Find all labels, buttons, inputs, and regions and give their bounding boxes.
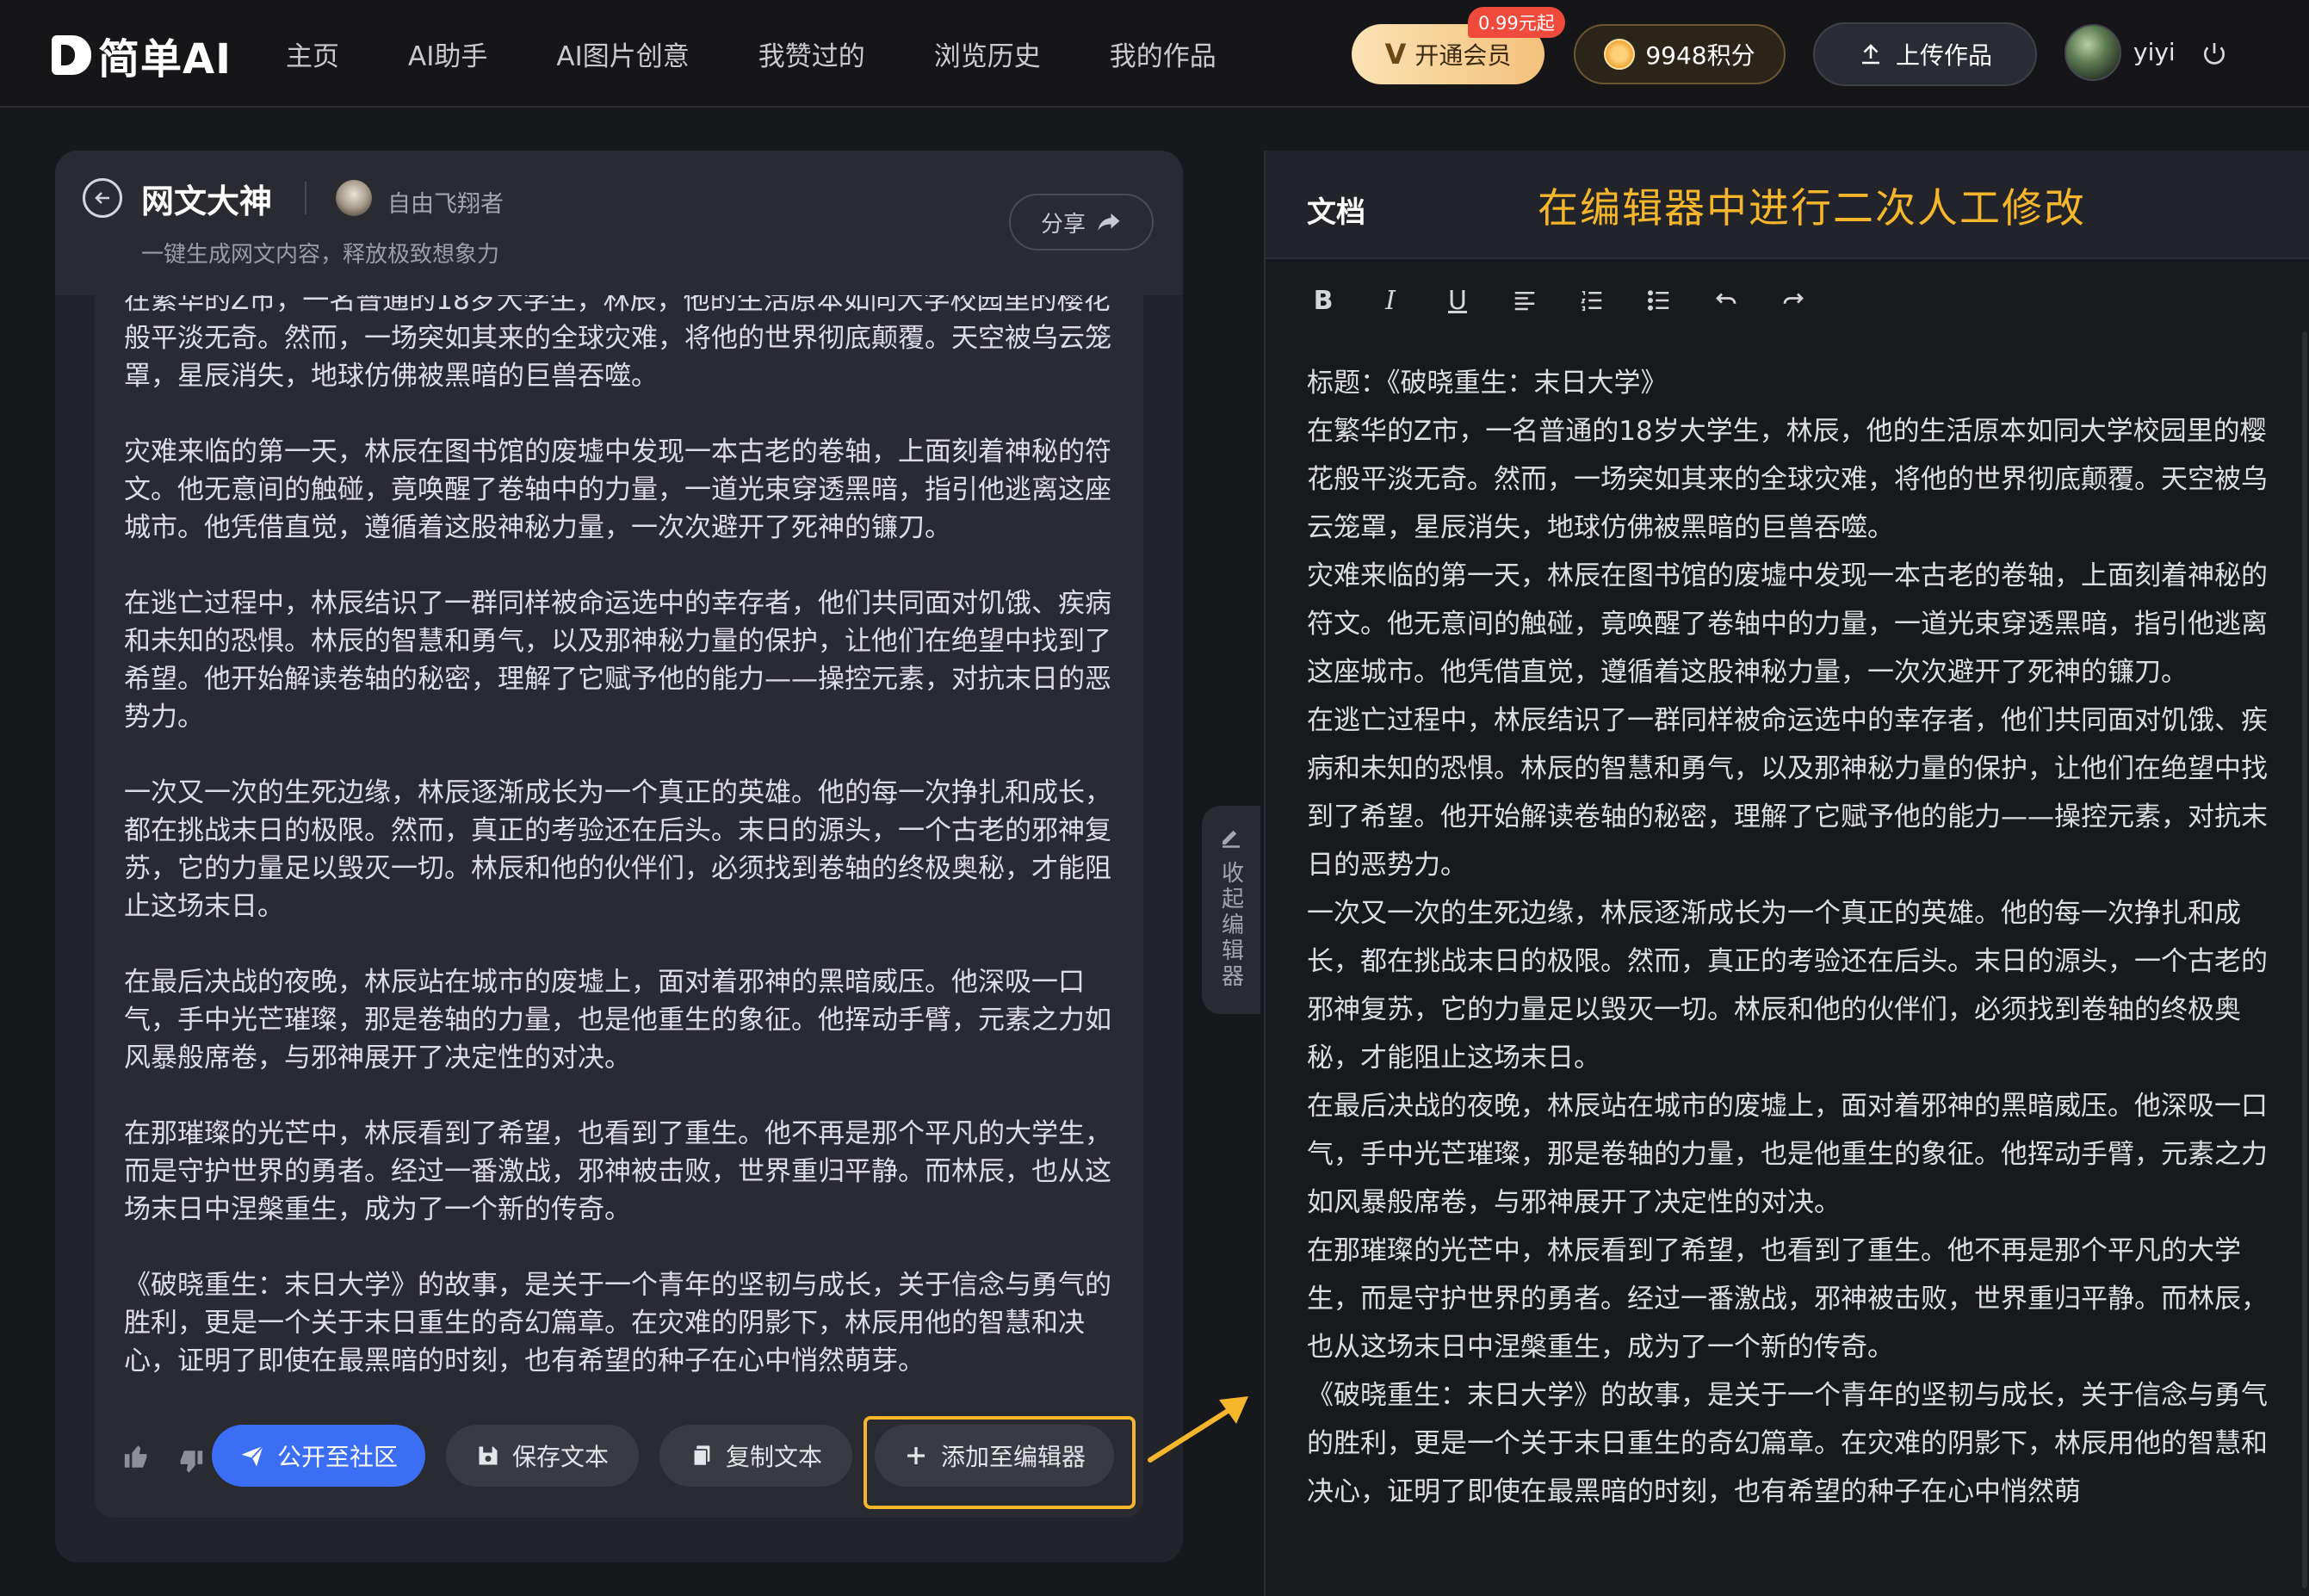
copy-icon <box>692 1445 710 1467</box>
collapse-editor-tab[interactable]: 收起编辑器 <box>1202 806 1260 1014</box>
logo[interactable]: 简单AI <box>52 29 232 84</box>
publish-to-community-button[interactable]: 公开至社区 <box>212 1425 425 1487</box>
title-divider <box>305 182 306 214</box>
editor-title-line: 标题：《破晓重生：末日大学》 <box>1307 368 1668 399</box>
editor-annotation-caption: 在编辑器中进行二次人工修改 <box>1538 185 2086 232</box>
annotation-arrow-icon <box>1148 1396 1248 1463</box>
editor-body[interactable]: 标题：《破晓重生：末日大学》 在繁华的Z市，一名普通的18岁大学生，林辰，他的生… <box>1307 359 2280 1516</box>
editor-paragraph: 在逃亡过程中，林辰结识了一群同样被命运选中的幸存者，他们共同面对饥饿、疾病和未知… <box>1307 705 2268 881</box>
generated-paragraph: 在逃亡过程中，林辰结识了一群同样被命运选中的幸存者，他们共同面对饥饿、疾病和未知… <box>124 588 1111 733</box>
generated-paragraph: 在繁华的Z市，一名普通的18岁大学生，林辰，他的生活原本如同大学校园里的樱花般平… <box>124 295 1111 392</box>
logo-mark-icon <box>52 35 91 75</box>
nav-item-liked[interactable]: 我赞过的 <box>758 34 865 73</box>
share-button[interactable]: 分享 <box>1009 194 1154 251</box>
share-label: 分享 <box>1040 211 1086 238</box>
back-arrow-icon <box>95 192 109 204</box>
editor-scrollbar[interactable] <box>2302 331 2307 1588</box>
back-button[interactable] <box>83 178 122 218</box>
logo-text: 简单AI <box>98 35 232 84</box>
coin-icon <box>1604 39 1636 70</box>
editor-header: 文档 在编辑器中进行二次人工修改 <box>1266 151 2309 259</box>
nav-item-home[interactable]: 主页 <box>286 34 339 73</box>
main-nav: 主页 AI助手 AI图片创意 我赞过的 浏览历史 我的作品 <box>286 0 1285 108</box>
editor-toolbar: B I U <box>1290 276 1827 325</box>
generated-paragraph: 一次又一次的生死边缘，林辰逐渐成长为一个真正的英雄。他的每一次挣扎和成长，都在挑… <box>124 777 1111 922</box>
generated-paragraph: 在那璀璨的光芒中，林辰看到了希望，也看到了重生。他不再是那个平凡的大学生，而是守… <box>124 1118 1111 1225</box>
copy-text-button[interactable]: 复制文本 <box>659 1425 852 1487</box>
bullet-list-icon[interactable] <box>1625 278 1693 323</box>
editor-panel: 文档 在编辑器中进行二次人工修改 B I U 标题：《破晓重生：末日大学》 在繁… <box>1264 151 2309 1596</box>
save-text-label: 保存文本 <box>511 1443 609 1471</box>
editor-paragraph: 在那璀璨的光芒中，林辰看到了希望，也看到了重生。他不再是那个平凡的大学生，而是守… <box>1307 1235 2268 1363</box>
generator-title: 网文大神 <box>141 182 273 220</box>
generator-panel: 网文大神 自由飞翔者 一键生成网文内容，释放极致想象力 分享 在繁华的Z市，一名… <box>55 151 1183 1562</box>
vip-icon: V <box>1384 38 1407 71</box>
author-avatar[interactable] <box>336 180 372 216</box>
editor-paragraph: 在繁华的Z市，一名普通的18岁大学生，林辰，他的生活原本如同大学校园里的樱花般平… <box>1307 416 2268 543</box>
nav-item-ai-image[interactable]: AI图片创意 <box>556 34 689 73</box>
collapse-editor-label: 收起编辑器 <box>1217 861 1244 990</box>
italic-icon[interactable]: I <box>1357 278 1424 323</box>
copy-text-label: 复制文本 <box>725 1443 822 1471</box>
top-navbar: 简单AI 主页 AI助手 AI图片创意 我赞过的 浏览历史 我的作品 V 开通会… <box>0 0 2309 108</box>
username[interactable]: yiyi <box>2133 38 2176 66</box>
undo-icon[interactable] <box>1693 278 1760 323</box>
generated-paragraph: 灾难来临的第一天，林辰在图书馆的废墟中发现一本古老的卷轴，上面刻着神秘的符文。他… <box>124 436 1111 543</box>
nav-item-my-works[interactable]: 我的作品 <box>1110 34 1216 73</box>
thumbs-down-icon[interactable] <box>176 1447 205 1476</box>
generated-paragraph: 在最后决战的夜晚，林辰站在城市的废墟上，面对着邪神的黑暗威压。他深吸一口气，手中… <box>124 967 1111 1073</box>
editor-paragraph: 《破晓重生：末日大学》的故事，是关于一个青年的坚韧与成长，关于信念与勇气的胜利，… <box>1307 1380 2268 1507</box>
save-icon <box>479 1446 498 1465</box>
document-label: 文档 <box>1307 195 1365 230</box>
align-icon[interactable] <box>1491 278 1558 323</box>
generated-content[interactable]: 在繁华的Z市，一名普通的18岁大学生，林辰，他的生活原本如同大学校园里的樱花般平… <box>95 295 1143 1518</box>
generated-paragraph: 《破晓重生：末日大学》的故事，是关于一个青年的坚韧与成长，关于信念与勇气的胜利，… <box>124 1270 1111 1376</box>
author-name[interactable]: 自由飞翔者 <box>387 185 504 219</box>
redo-icon[interactable] <box>1760 278 1827 323</box>
ordered-list-icon[interactable] <box>1558 278 1625 323</box>
nav-item-ai-assistant[interactable]: AI助手 <box>408 34 487 73</box>
app-root: 简单AI 主页 AI助手 AI图片创意 我赞过的 浏览历史 我的作品 V 开通会… <box>0 0 2309 1596</box>
highlight-annotation-box <box>864 1416 1136 1509</box>
underline-icon[interactable]: U <box>1424 278 1491 323</box>
editor-paragraph: 一次又一次的生死边缘，林辰逐渐成长为一个真正的英雄。他的每一次挣扎和成长，都在挑… <box>1307 898 2268 1073</box>
save-text-button[interactable]: 保存文本 <box>446 1425 639 1487</box>
upload-button[interactable]: 上传作品 <box>1813 22 2037 86</box>
power-icon[interactable] <box>2201 40 2228 67</box>
editor-paragraph: 灾难来临的第一天，林辰在图书馆的废墟中发现一本古老的卷轴，上面刻着神秘的符文。他… <box>1307 560 2268 688</box>
generator-subtitle: 一键生成网文内容，释放极致想象力 <box>141 242 500 268</box>
send-icon <box>241 1445 264 1467</box>
generated-text: 在繁华的Z市，一名普通的18岁大学生，林辰，他的生活原本如同大学校园里的樱花般平… <box>124 295 1123 1418</box>
upload-label: 上传作品 <box>1895 41 1992 70</box>
bold-icon[interactable]: B <box>1290 278 1357 323</box>
points-button[interactable]: 9948积分 <box>1574 24 1786 84</box>
publish-label: 公开至社区 <box>276 1443 398 1471</box>
nav-item-history[interactable]: 浏览历史 <box>934 34 1041 73</box>
generator-header: 网文大神 自由飞翔者 一键生成网文内容，释放极致想象力 分享 <box>55 151 1183 295</box>
thumbs-up-icon[interactable] <box>122 1442 152 1471</box>
upload-icon <box>1861 44 1879 65</box>
user-avatar[interactable] <box>2064 24 2121 81</box>
pencil-icon <box>1223 830 1240 848</box>
vip-label: 开通会员 <box>1414 41 1512 70</box>
editor-paragraph: 在最后决战的夜晚，林辰站在城市的废墟上，面对着邪神的黑暗威压。他深吸一口气，手中… <box>1307 1091 2268 1218</box>
points-label: 9948积分 <box>1645 41 1755 70</box>
share-arrow-icon <box>1098 213 1120 231</box>
vip-price-badge: 0.99元起 <box>1468 7 1565 38</box>
